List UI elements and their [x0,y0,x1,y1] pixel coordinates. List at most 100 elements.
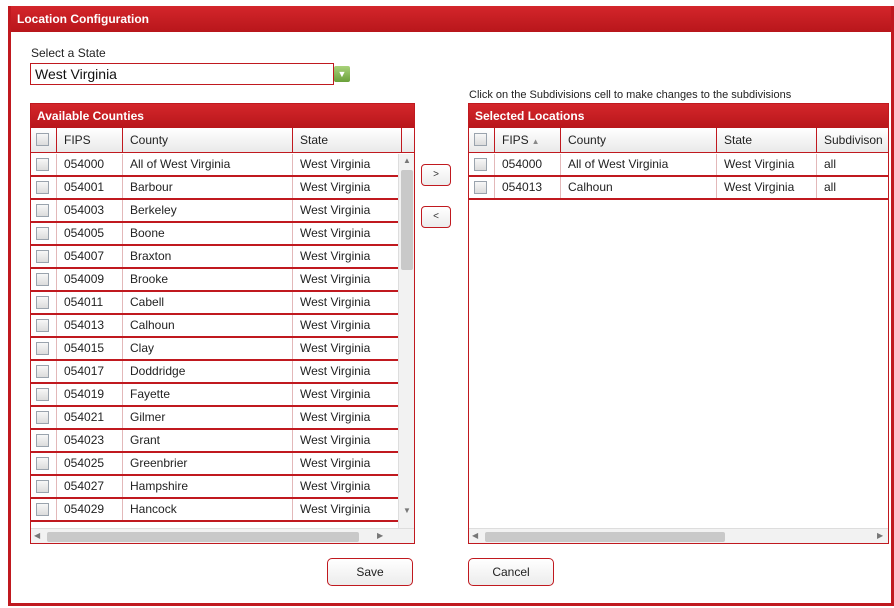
row-checkbox[interactable] [36,434,49,447]
table-row[interactable]: 054005 Boone West Virginia [31,223,398,246]
cell-fips: 054025 [57,453,123,474]
row-checkbox-cell [31,338,57,359]
cell-state: West Virginia [300,272,371,286]
row-checkbox-cell [31,246,57,267]
row-checkbox[interactable] [36,388,49,401]
cell-state: West Virginia [300,433,371,447]
add-location-button[interactable]: > [421,164,451,186]
column-header-state[interactable]: State [293,128,402,152]
column-header-fips[interactable]: FIPS [57,128,123,152]
table-row[interactable]: 054013 Calhoun West Virginia [31,315,398,338]
row-checkbox-cell [31,315,57,336]
cell-subdivisions[interactable]: all [817,154,888,175]
row-checkbox-cell [31,384,57,405]
cell-county: Calhoun [123,315,293,336]
row-checkbox[interactable] [36,273,49,286]
selected-horizontal-scrollbar[interactable]: ◀ ▶ [469,528,888,543]
available-counties-panel: Available Counties FIPS County State 054… [30,103,415,544]
scroll-up-icon[interactable]: ▲ [403,156,411,165]
cell-county: Braxton [123,246,293,267]
scroll-right-icon[interactable]: ▶ [377,531,383,540]
column-header-state[interactable]: State [717,128,817,152]
cell-fips: 054029 [57,499,123,520]
cell-fips: 054007 [57,246,123,267]
cancel-button[interactable]: Cancel [468,558,554,586]
row-checkbox[interactable] [36,480,49,493]
column-header-county[interactable]: County [123,128,293,152]
available-grid-body: 054000 All of West Virginia West Virginia 0… [31,154,398,522]
row-checkbox[interactable] [36,158,49,171]
row-checkbox[interactable] [36,227,49,240]
row-checkbox-cell [31,476,57,497]
cell-subdivisions[interactable]: all [817,177,888,198]
cell-state: West Virginia [300,387,371,401]
available-vertical-scrollbar[interactable]: ▲ ▼ [398,154,414,528]
row-checkbox-cell [469,177,495,198]
table-row[interactable]: 054000 All of West Virginia West Virginia [31,154,398,177]
cell-fips: 054013 [495,177,561,198]
row-checkbox-cell [31,177,57,198]
scroll-thumb[interactable] [485,532,725,542]
scroll-thumb[interactable] [47,532,359,542]
table-row[interactable]: 054000 All of West Virginia West Virginia a… [469,154,888,177]
cell-county: Brooke [123,269,293,290]
dropdown-arrow-icon[interactable]: ▼ [334,66,350,82]
row-checkbox[interactable] [36,181,49,194]
table-row[interactable]: 054015 Clay West Virginia [31,338,398,361]
available-horizontal-scrollbar[interactable]: ◀ ▶ [31,528,414,543]
table-row[interactable]: 054029 Hancock West Virginia [31,499,398,522]
scroll-down-icon[interactable]: ▼ [403,506,411,515]
row-checkbox[interactable] [36,457,49,470]
row-checkbox-cell [31,361,57,382]
row-checkbox[interactable] [36,250,49,263]
table-row[interactable]: 054023 Grant West Virginia [31,430,398,453]
cell-fips: 054001 [57,177,123,198]
row-checkbox[interactable] [474,181,487,194]
table-row[interactable]: 054027 Hampshire West Virginia [31,476,398,499]
row-checkbox[interactable] [36,365,49,378]
row-checkbox[interactable] [36,342,49,355]
selected-grid-header: FIPS ▲ County State Subdivison [469,128,888,153]
column-header-fips[interactable]: FIPS ▲ [495,128,561,152]
column-header-county[interactable]: County [561,128,717,152]
scroll-left-icon[interactable]: ◀ [34,531,40,540]
table-row[interactable]: 054007 Braxton West Virginia [31,246,398,269]
cell-county: Boone [123,223,293,244]
row-checkbox[interactable] [36,319,49,332]
column-header-subdivisions[interactable]: Subdivison [817,128,888,152]
row-checkbox-cell [31,292,57,313]
row-checkbox[interactable] [36,411,49,424]
sort-ascending-icon: ▲ [531,137,540,146]
cell-county: Gilmer [123,407,293,428]
select-all-checkbox[interactable] [474,133,487,146]
cell-state: West Virginia [300,341,371,355]
row-checkbox[interactable] [36,503,49,516]
table-row[interactable]: 054003 Berkeley West Virginia [31,200,398,223]
select-all-checkbox[interactable] [36,133,49,146]
cell-county: All of West Virginia [561,154,717,175]
table-row[interactable]: 054011 Cabell West Virginia [31,292,398,315]
select-all-cell [469,128,495,152]
save-button[interactable]: Save [327,558,413,586]
table-row[interactable]: 054017 Doddridge West Virginia [31,361,398,384]
state-select[interactable]: West Virginia [30,63,334,85]
cell-fips: 054009 [57,269,123,290]
table-row[interactable]: 054001 Barbour West Virginia [31,177,398,200]
row-checkbox[interactable] [36,204,49,217]
table-row[interactable]: 054019 Fayette West Virginia [31,384,398,407]
cell-state: West Virginia [300,295,371,309]
window-title: Location Configuration [11,6,891,32]
table-row[interactable]: 054009 Brooke West Virginia [31,269,398,292]
remove-location-button[interactable]: < [421,206,451,228]
scroll-thumb[interactable] [401,170,413,270]
table-row[interactable]: 054025 Greenbrier West Virginia [31,453,398,476]
scroll-left-icon[interactable]: ◀ [472,531,478,540]
cell-county: Fayette [123,384,293,405]
cell-fips: 054000 [57,154,123,175]
table-row[interactable]: 054013 Calhoun West Virginia all [469,177,888,200]
scroll-right-icon[interactable]: ▶ [877,531,883,540]
row-checkbox[interactable] [474,158,487,171]
table-row[interactable]: 054021 Gilmer West Virginia [31,407,398,430]
selected-grid-body: 054000 All of West Virginia West Virginia a… [469,154,888,200]
row-checkbox[interactable] [36,296,49,309]
